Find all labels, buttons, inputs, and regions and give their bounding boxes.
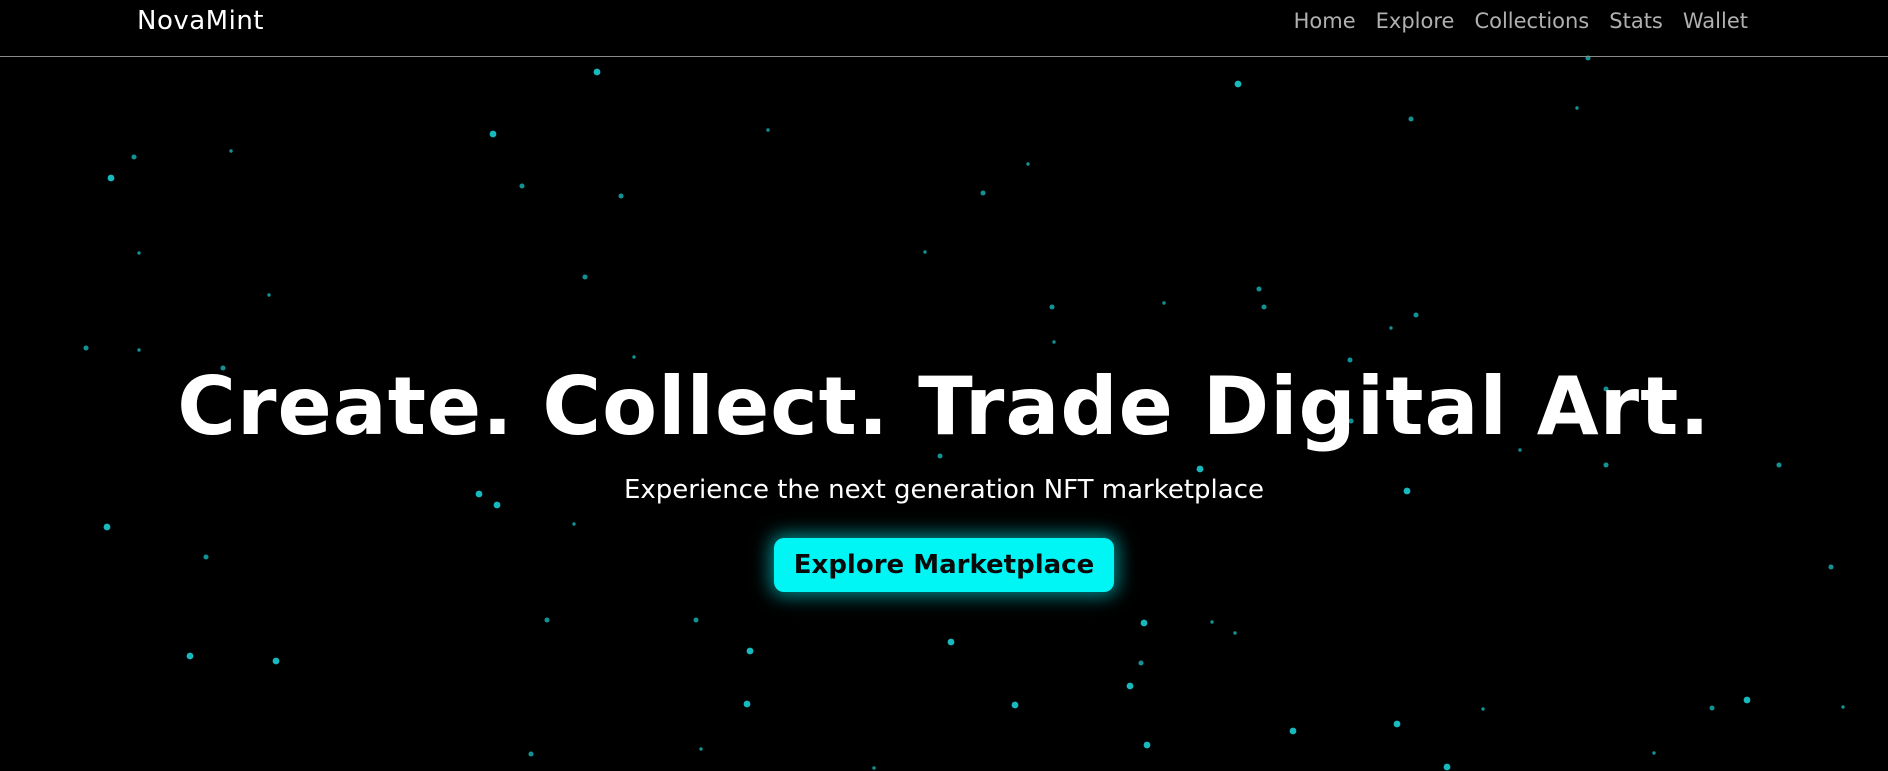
star [267, 293, 271, 297]
explore-marketplace-button[interactable]: Explore Marketplace [773, 538, 1115, 592]
star [1443, 763, 1451, 771]
hero-section: Create. Collect. Trade Digital Art. Expe… [0, 365, 1888, 592]
star [519, 183, 525, 189]
star [743, 700, 751, 708]
star [1841, 705, 1845, 709]
star [582, 274, 588, 280]
star [1413, 312, 1419, 318]
star [1743, 696, 1751, 704]
star [1234, 80, 1242, 88]
star [1049, 304, 1055, 310]
nav-link-wallet[interactable]: Wallet [1683, 9, 1748, 33]
star [1389, 326, 1393, 330]
star [872, 766, 876, 770]
star [229, 149, 233, 153]
star [137, 348, 141, 352]
star [632, 355, 636, 359]
star [1652, 751, 1656, 755]
hero-title: Create. Collect. Trade Digital Art. [177, 360, 1711, 453]
star [1289, 727, 1297, 735]
nav-links: Home Explore Collections Stats Wallet [1294, 9, 1748, 33]
star [544, 617, 550, 623]
brand-logo[interactable]: NovaMint [137, 6, 264, 36]
page: NovaMint Home Explore Collections Stats … [0, 0, 1888, 771]
star [83, 345, 89, 351]
hero-subtitle: Experience the next generation NFT marke… [623, 475, 1265, 505]
top-navbar: NovaMint Home Explore Collections Stats … [0, 0, 1888, 57]
star [1233, 631, 1237, 635]
star [1126, 682, 1134, 690]
star [186, 652, 194, 660]
star [137, 251, 141, 255]
star [593, 68, 601, 76]
star [528, 751, 534, 757]
star [1256, 286, 1262, 292]
nav-link-stats[interactable]: Stats [1609, 9, 1663, 33]
star [1709, 705, 1715, 711]
star [107, 174, 115, 182]
star [1408, 116, 1414, 122]
star [1481, 707, 1485, 711]
star [1143, 741, 1151, 749]
star [693, 617, 699, 623]
star [1162, 301, 1166, 305]
star [1138, 660, 1144, 666]
nav-link-home[interactable]: Home [1294, 9, 1356, 33]
star [746, 647, 754, 655]
star [1026, 162, 1030, 166]
star [947, 638, 955, 646]
star [699, 747, 703, 751]
star [272, 657, 280, 665]
star [980, 190, 986, 196]
star [923, 250, 927, 254]
star [1396, 721, 1400, 725]
star [1575, 106, 1579, 110]
star [1210, 620, 1214, 624]
nav-link-explore[interactable]: Explore [1376, 9, 1455, 33]
star [618, 193, 624, 199]
star [1052, 340, 1056, 344]
star [131, 154, 137, 160]
star [766, 128, 770, 132]
nav-link-collections[interactable]: Collections [1474, 9, 1589, 33]
star [1140, 619, 1148, 627]
star [1011, 701, 1019, 709]
star [1261, 304, 1267, 310]
star [489, 130, 497, 138]
